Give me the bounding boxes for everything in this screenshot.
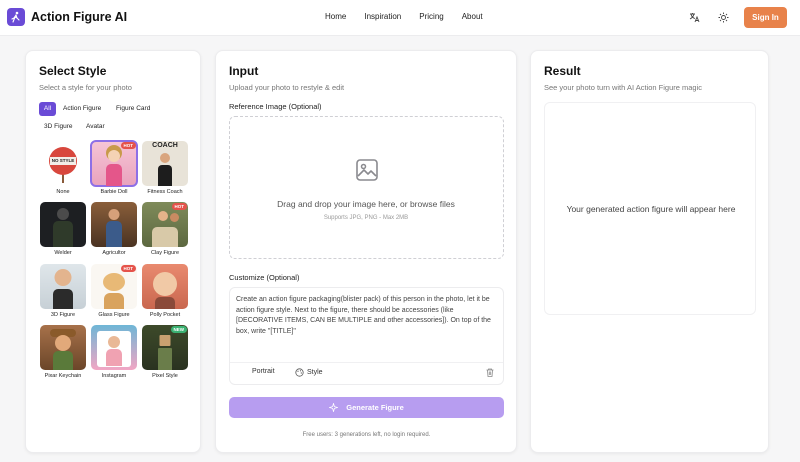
tab-3d-figure[interactable]: 3D Figure xyxy=(44,120,73,134)
style-thumb xyxy=(40,325,86,370)
style-thumb: NO STYLE xyxy=(40,141,86,186)
generate-figure-button[interactable]: Generate Figure xyxy=(229,397,504,418)
tab-action-figure[interactable]: Action Figure xyxy=(63,102,101,116)
style-card-welder[interactable]: Welder xyxy=(40,202,86,256)
style-name: Glass Figure xyxy=(98,312,130,318)
style-panel-title: Select Style xyxy=(39,64,107,78)
dropzone-hint: Supports JPG, PNG - Max 2MB xyxy=(323,215,409,221)
portrait-button[interactable]: Portrait xyxy=(240,368,275,375)
style-name: Welder xyxy=(54,250,72,256)
hot-badge: HOT xyxy=(171,203,187,210)
top-header: Action Figure AI Home Inspiration Pricin… xyxy=(0,0,800,36)
style-label: Style xyxy=(307,369,323,376)
no-style-sign-icon xyxy=(49,147,77,183)
style-name: Fitness Coach xyxy=(147,189,183,195)
style-panel-subtitle: Select a style for your photo xyxy=(39,83,132,92)
style-card-glass-figure[interactable]: HOT Glass Figure xyxy=(91,264,137,318)
tab-avatar[interactable]: Avatar xyxy=(86,120,105,134)
result-panel-subtitle: See your photo turn with AI Action Figur… xyxy=(544,83,703,92)
hot-badge: HOT xyxy=(120,142,136,149)
theme-toggle-icon[interactable] xyxy=(716,10,730,24)
nav-inspiration[interactable]: Inspiration xyxy=(364,12,401,21)
style-thumb xyxy=(40,264,86,309)
image-upload-icon xyxy=(355,158,379,182)
portrait-icon xyxy=(240,368,247,375)
image-dropzone[interactable]: Drag and drop your image here, or browse… xyxy=(229,116,504,259)
style-name: Barbie Doll xyxy=(100,189,128,195)
style-name: Instagram xyxy=(101,373,127,379)
coach-thumb-text: COACH xyxy=(152,142,178,149)
nav-home[interactable]: Home xyxy=(325,12,346,21)
new-badge: NEW xyxy=(170,326,187,333)
style-card-pixar-keychain[interactable]: Pixar Keychain xyxy=(40,325,86,379)
tab-all[interactable]: All xyxy=(39,102,56,116)
prompt-textarea[interactable]: Create an action figure packaging(bliste… xyxy=(229,287,504,385)
style-card-fitness-coach[interactable]: COACH Fitness Coach xyxy=(142,141,188,195)
style-name: 3D Figure xyxy=(50,312,76,318)
palette-icon xyxy=(295,368,304,377)
style-thumb: HOT xyxy=(142,202,188,247)
result-panel-title: Result xyxy=(544,64,581,78)
result-panel: Result See your photo turn with AI Actio… xyxy=(530,50,769,453)
style-card-instagram[interactable]: Instagram xyxy=(91,325,137,379)
sparkle-icon xyxy=(329,403,339,412)
style-thumb: COACH xyxy=(142,141,188,186)
translate-icon[interactable] xyxy=(687,10,701,24)
style-panel: Select Style Select a style for your pho… xyxy=(25,50,201,453)
free-usage-note: Free users: 3 generations left, no login… xyxy=(302,432,431,438)
style-thumb: HOT xyxy=(90,140,138,187)
reference-image-label: Reference Image (Optional) xyxy=(229,102,322,111)
style-card-barbie-doll[interactable]: HOT Barbie Doll xyxy=(90,140,138,195)
dropzone-text: Drag and drop your image here, or browse… xyxy=(277,199,455,209)
brand-name[interactable]: Action Figure AI xyxy=(31,10,127,24)
sign-in-button[interactable]: Sign In xyxy=(744,7,787,28)
no-style-sign-text: NO STYLE xyxy=(51,158,75,163)
main-nav: Home Inspiration Pricing About xyxy=(325,12,501,21)
customize-label: Customize (Optional) xyxy=(229,273,300,282)
input-panel-title: Input xyxy=(229,64,259,78)
style-thumb xyxy=(142,264,188,309)
style-name: Clay Figure xyxy=(150,250,180,256)
style-card-none[interactable]: NO STYLE None xyxy=(40,141,86,195)
style-thumb xyxy=(40,202,86,247)
input-panel-subtitle: Upload your photo to restyle & edit xyxy=(229,83,345,92)
style-name: None xyxy=(56,189,70,195)
prompt-text[interactable]: Create an action figure packaging(bliste… xyxy=(236,295,498,337)
portrait-label: Portrait xyxy=(252,368,275,375)
style-name: Agricultor xyxy=(102,250,126,256)
style-thumb: NEW xyxy=(142,325,188,370)
style-thumb xyxy=(91,325,137,370)
trash-icon[interactable] xyxy=(486,368,494,379)
tab-figure-card[interactable]: Figure Card xyxy=(116,102,150,116)
running-figure-icon[interactable] xyxy=(7,8,25,26)
style-card-polly-pocket[interactable]: Polly Pocket xyxy=(142,264,188,318)
input-panel: Input Upload your photo to restyle & edi… xyxy=(215,50,517,453)
style-name: Pixel Style xyxy=(152,373,178,379)
style-card-clay-figure[interactable]: HOT Clay Figure xyxy=(142,202,188,256)
style-thumb: HOT xyxy=(91,264,137,309)
result-preview: Your generated action figure will appear… xyxy=(544,102,756,315)
prompt-toolbar: Portrait Style xyxy=(230,362,503,384)
nav-about[interactable]: About xyxy=(462,12,483,21)
generate-label: Generate Figure xyxy=(346,403,404,412)
style-name: Polly Pocket xyxy=(149,312,181,318)
style-name: Pixar Keychain xyxy=(44,373,82,379)
nav-pricing[interactable]: Pricing xyxy=(419,12,443,21)
hot-badge: HOT xyxy=(120,265,136,272)
style-card-3d-figure[interactable]: 3D Figure xyxy=(40,264,86,318)
style-button[interactable]: Style xyxy=(295,368,323,377)
style-card-agricultor[interactable]: Agricultor xyxy=(91,202,137,256)
style-card-pixel-style[interactable]: NEW Pixel Style xyxy=(142,325,188,379)
style-thumb xyxy=(91,202,137,247)
result-placeholder: Your generated action figure will appear… xyxy=(566,204,736,214)
